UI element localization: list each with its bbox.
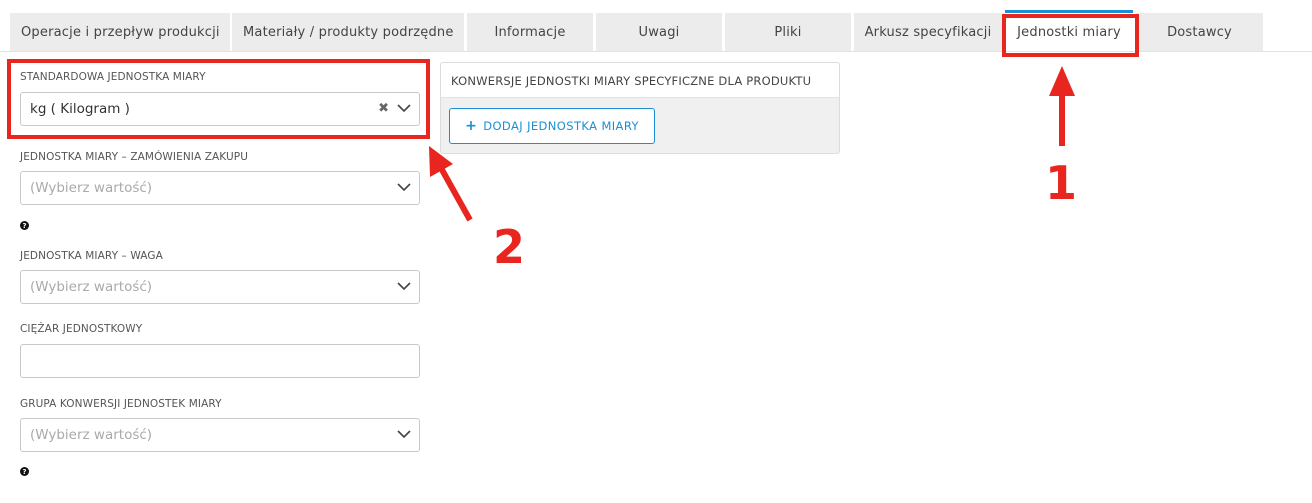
chevron-down-icon[interactable] — [397, 281, 411, 291]
annotation-number-2: 2 — [493, 220, 526, 274]
tab-label: Informacje — [494, 24, 566, 40]
panel-header: KONWERSJE JEDNOSTKI MIARY SPECYFICZNE DL… — [441, 63, 839, 98]
tab-label: Uwagi — [638, 24, 680, 40]
weight-uom-label: JEDNOSTKA MIARY – WAGA — [20, 250, 163, 262]
arrow-head-1-icon — [1049, 66, 1075, 96]
unit-weight-label: CIĘŻAR JEDNOSTKOWY — [20, 323, 143, 335]
tab-files[interactable]: Pliki — [725, 13, 851, 51]
chevron-down-icon[interactable] — [397, 429, 411, 439]
panel-title: KONWERSJE JEDNOSTKI MIARY SPECYFICZNE DL… — [451, 74, 812, 88]
conversion-group-placeholder: (Wybierz wartość) — [30, 427, 153, 443]
tab-information[interactable]: Informacje — [467, 13, 593, 51]
tab-spec-sheet[interactable]: Arkusz specyfikacji — [854, 13, 1002, 51]
conversion-group-select[interactable]: (Wybierz wartość) — [20, 418, 420, 452]
purchase-uom-label: JEDNOSTKA MIARY – ZAMÓWIENIA ZAKUPU — [20, 151, 249, 163]
annotation-highlight-tab — [1002, 14, 1139, 57]
weight-uom-select[interactable]: (Wybierz wartość) — [20, 270, 420, 304]
tab-operations[interactable]: Operacje i przepływ produkcji — [10, 13, 230, 51]
chevron-down-icon[interactable] — [397, 182, 411, 192]
annotation-arrow-2 — [438, 166, 473, 222]
weight-uom-placeholder: (Wybierz wartość) — [30, 279, 153, 295]
tab-notes[interactable]: Uwagi — [596, 13, 722, 51]
uom-conversions-panel: KONWERSJE JEDNOSTKI MIARY SPECYFICZNE DL… — [440, 62, 840, 154]
tab-label: Dostawcy — [1167, 24, 1232, 40]
unit-weight-input[interactable] — [20, 344, 420, 378]
purchase-uom-select[interactable]: (Wybierz wartość) — [20, 171, 420, 205]
help-icon[interactable]: ? — [20, 221, 29, 230]
tab-label: Operacje i przepływ produkcji — [21, 24, 220, 40]
conversion-group-label: GRUPA KONWERSJI JEDNOSTEK MIARY — [20, 398, 222, 410]
plus-icon: + — [465, 118, 478, 134]
help-icon[interactable]: ? — [20, 467, 29, 476]
purchase-uom-placeholder: (Wybierz wartość) — [30, 180, 153, 196]
tab-materials[interactable]: Materiały / produkty podrzędne — [232, 13, 464, 51]
annotation-number-1: 1 — [1045, 156, 1078, 210]
tab-label: Materiały / produkty podrzędne — [243, 24, 454, 40]
tab-label: Pliki — [774, 24, 802, 40]
annotation-highlight-field — [7, 59, 430, 139]
add-uom-button[interactable]: + DODAJ JEDNOSTKA MIARY — [449, 108, 655, 144]
tab-suppliers[interactable]: Dostawcy — [1136, 13, 1263, 51]
add-uom-button-label: DODAJ JEDNOSTKA MIARY — [483, 119, 639, 133]
tab-label: Arkusz specyfikacji — [864, 24, 992, 40]
